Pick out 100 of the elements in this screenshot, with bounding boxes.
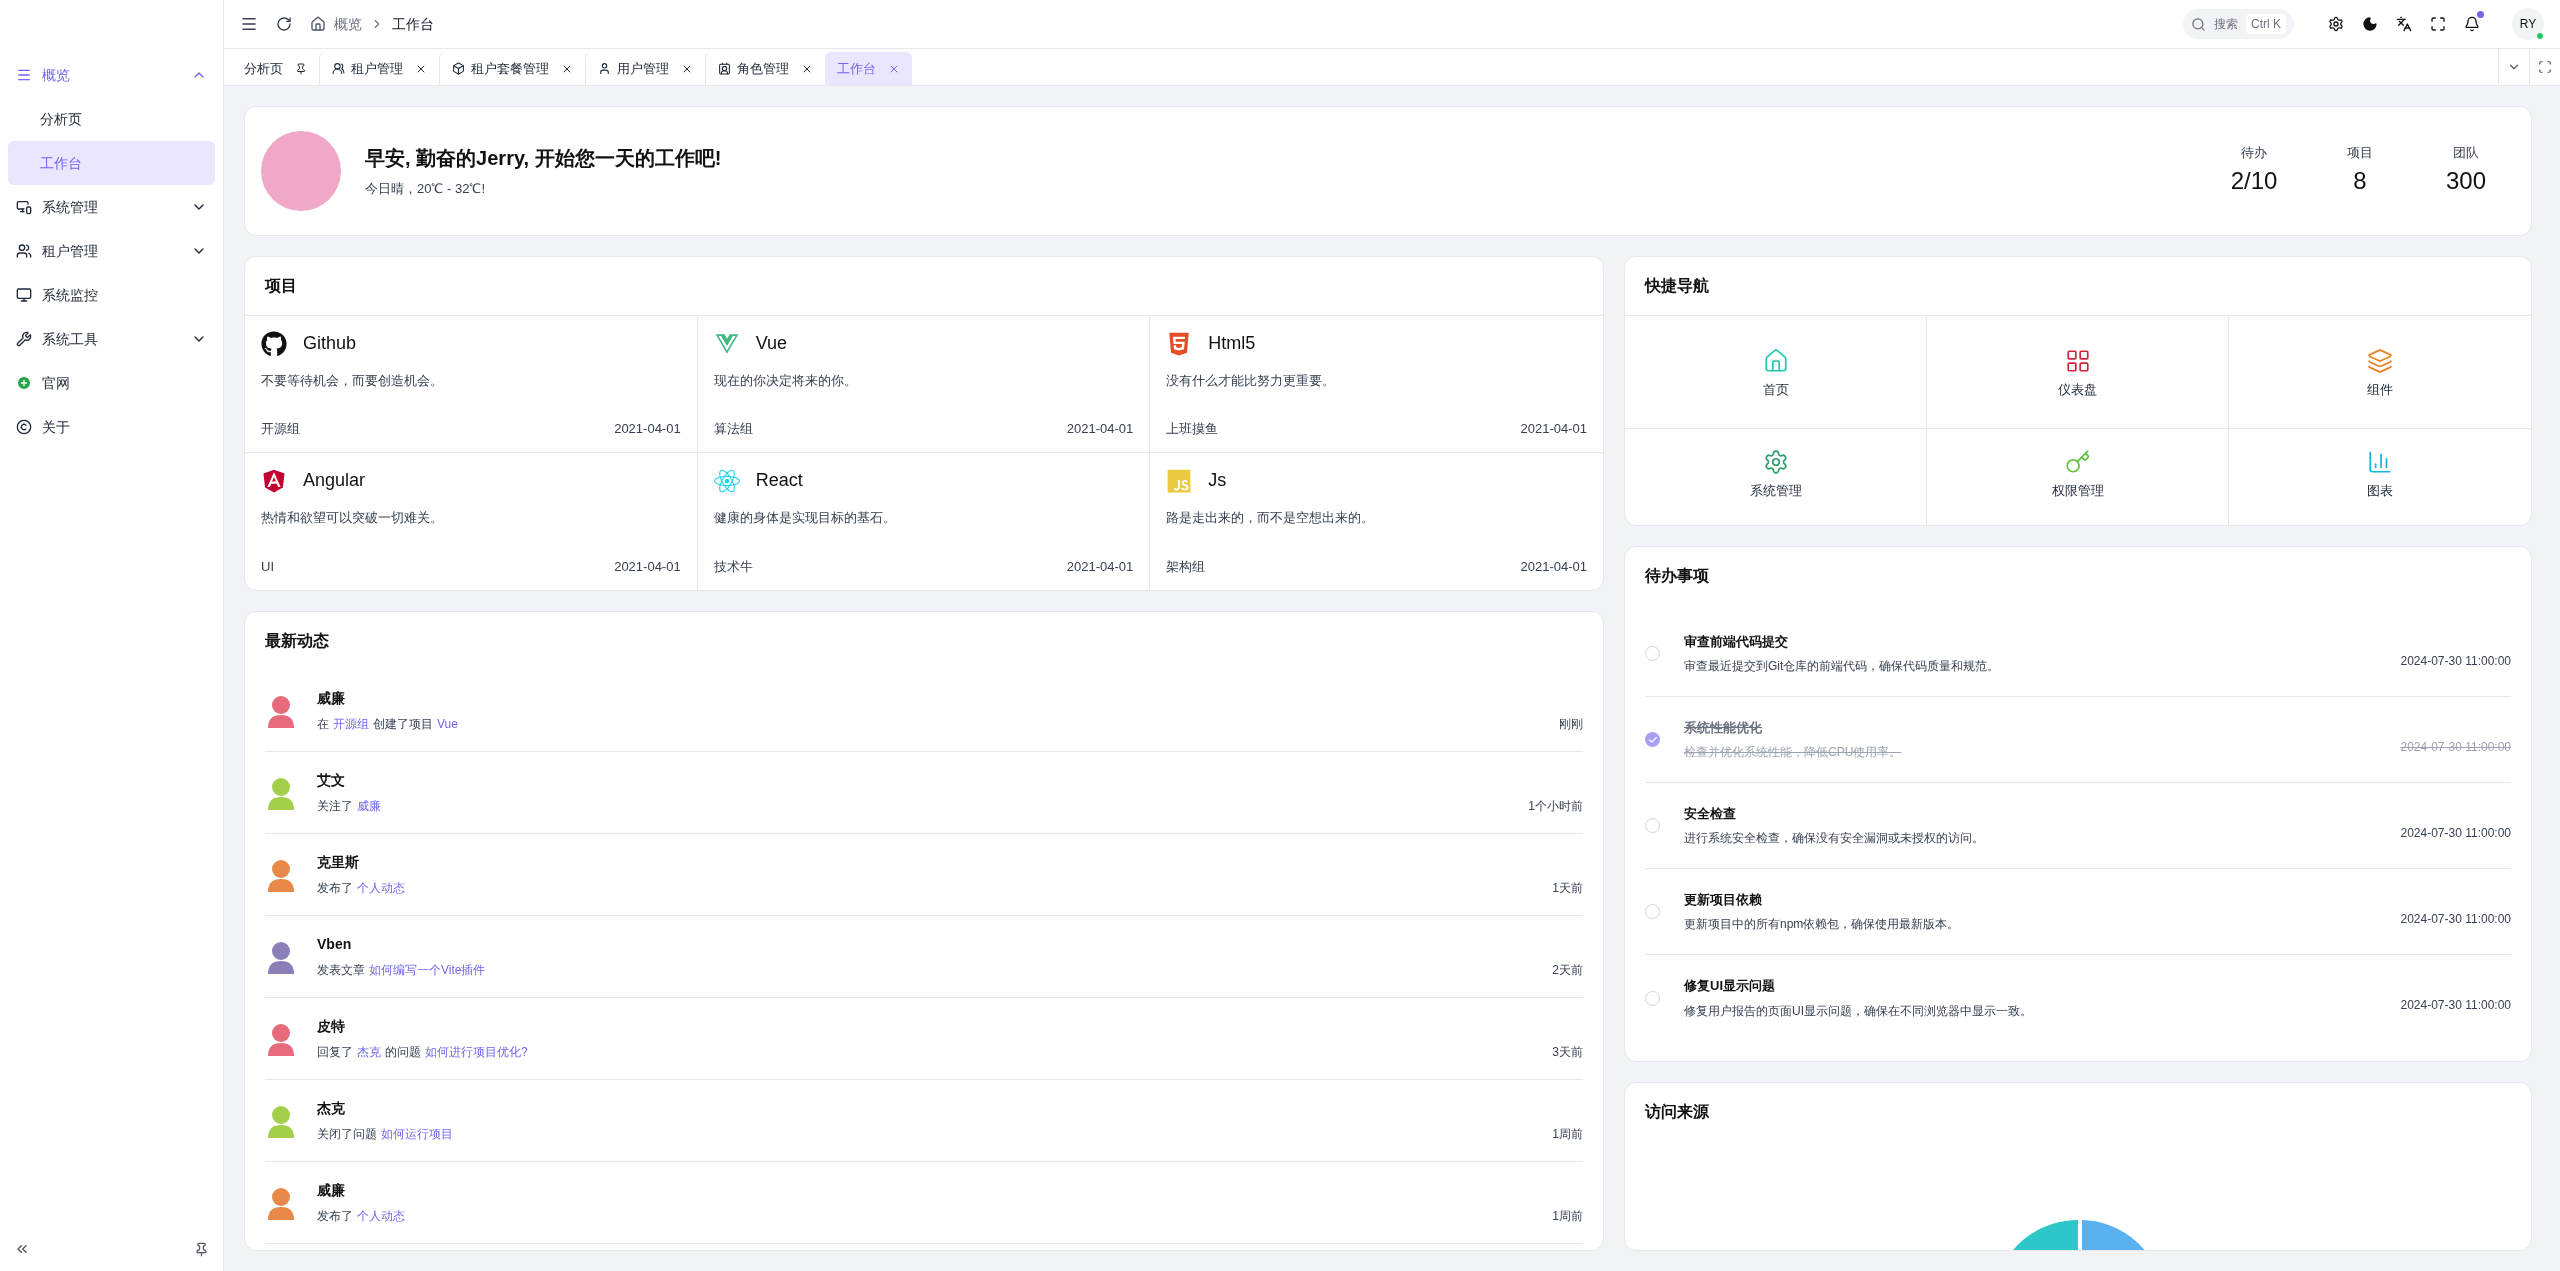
- tab[interactable]: 租户套餐管理: [439, 52, 585, 85]
- tab[interactable]: 租户管理: [319, 52, 439, 85]
- todo-title: 安全检查: [1684, 804, 1737, 823]
- activity-time: 2天前: [1552, 962, 1583, 979]
- user-name: 威廉: [317, 689, 346, 708]
- tab[interactable]: 分析页: [232, 52, 319, 85]
- project-description: 现在的你决定将来的你。: [713, 372, 858, 390]
- activity-link[interactable]: 如何编写一个Vite插件: [369, 961, 486, 979]
- user-name: 皮特: [317, 1017, 346, 1036]
- maximize-icon[interactable]: [2538, 60, 2552, 74]
- bell-icon[interactable]: [2464, 16, 2480, 32]
- activity-link[interactable]: 威廉: [357, 797, 381, 815]
- project-item[interactable]: Vue 现在的你决定将来的你。 算法组 2021-04-01: [697, 316, 1151, 453]
- activity-link[interactable]: 如何进行项目优化?: [425, 1043, 528, 1061]
- activity-time: 刚刚: [1559, 716, 1583, 733]
- user-name: 威廉: [317, 1181, 346, 1200]
- pin-icon[interactable]: [295, 62, 307, 75]
- moon-icon[interactable]: [2362, 16, 2378, 32]
- project-group: UI: [261, 556, 274, 576]
- weather-text: 今日晴，20℃ - 32℃!: [365, 180, 487, 199]
- quick-nav-item[interactable]: 图表: [2229, 429, 2531, 525]
- user-name: 克里斯: [317, 853, 360, 872]
- sidebar-subitem[interactable]: 工作台: [8, 141, 215, 185]
- card-title: 访问来源: [1643, 1102, 1710, 1122]
- quick-nav-item[interactable]: 组件: [2229, 316, 2531, 429]
- quick-nav-item[interactable]: 系统管理: [1625, 429, 1927, 525]
- project-date: 2021-04-01: [1520, 557, 1587, 576]
- breadcrumb-item[interactable]: 工作台: [392, 13, 434, 35]
- activity-link[interactable]: 如何运行项目: [381, 1125, 453, 1143]
- todo-title: 审查前端代码提交: [1684, 632, 1789, 651]
- quick-nav-item[interactable]: 首页: [1625, 316, 1927, 429]
- sidebar-item[interactable]: 关于: [8, 405, 215, 449]
- breadcrumb-item[interactable]: 概览: [334, 13, 362, 35]
- refresh-icon[interactable]: [276, 16, 292, 32]
- sidebar-item[interactable]: 概览: [8, 53, 215, 97]
- translate-icon[interactable]: [2396, 16, 2412, 32]
- activity-time: 1个小时前: [1528, 798, 1583, 815]
- search-icon: [2191, 16, 2206, 32]
- contact-icon: [718, 62, 731, 75]
- project-item[interactable]: Js 路是走出来的，而不是空想出来的。 架构组 2021-04-01: [1150, 453, 1603, 590]
- project-description: 没有什么才能比努力更重要。: [1166, 372, 1337, 390]
- settings-icon[interactable]: [2328, 16, 2344, 32]
- activity-time: 1天前: [1552, 880, 1583, 897]
- user-name: 艾文: [317, 771, 346, 790]
- project-item[interactable]: React 健康的身体是实现目标的基石。 技术牛 2021-04-01: [697, 453, 1151, 590]
- activity-text: 关注了 威廉: [317, 797, 382, 815]
- activity-link[interactable]: 个人动态: [357, 1207, 405, 1225]
- stat-label: 项目: [2347, 144, 2373, 163]
- project-date: 2021-04-01: [614, 557, 681, 576]
- sidebar-item[interactable]: 系统管理: [8, 185, 215, 229]
- shortcut-key: Ctrl K: [2246, 14, 2286, 34]
- stat-value: 8: [2353, 165, 2367, 196]
- project-name: Html5: [1208, 332, 1256, 355]
- tab[interactable]: 用户管理: [585, 52, 705, 85]
- todo-title: 系统性能优化: [1684, 718, 1763, 737]
- sidebar-item[interactable]: 系统监控: [8, 273, 215, 317]
- project-item[interactable]: Github 不要等待机会，而要创造机会。 开源组 2021-04-01: [245, 316, 698, 453]
- stat-label: 团队: [2453, 144, 2479, 163]
- stat-value: 2/10: [2230, 165, 2278, 196]
- sidebar-subitem[interactable]: 分析页: [8, 97, 215, 141]
- project-date: 2021-04-01: [614, 419, 681, 438]
- atom-logo-icon: [713, 467, 740, 494]
- activity-text: 发布了 个人动态: [317, 1207, 406, 1225]
- activity-text: 回复了 杰克 的问题 如何进行项目优化?: [317, 1043, 529, 1061]
- quick-nav-item[interactable]: 权限管理: [1927, 429, 2229, 525]
- copyright-icon: [16, 419, 32, 435]
- box-icon: [452, 62, 465, 75]
- todo-date: 2024-07-30 11:00:00: [2400, 824, 2511, 842]
- quick-nav-item[interactable]: 仪表盘: [1927, 316, 2229, 429]
- card-title: 快捷导航: [1643, 276, 1710, 296]
- project-item[interactable]: Angular 热情和欲望可以突破一切难关。 UI 2021-04-01: [245, 453, 698, 590]
- card-title: 最新动态: [264, 631, 330, 651]
- project-date: 2021-04-01: [1066, 557, 1134, 576]
- card-title: 待办事项: [1644, 566, 1710, 586]
- menu-icon[interactable]: [240, 15, 258, 33]
- home-icon[interactable]: [310, 16, 326, 32]
- cat-logo-icon: [261, 330, 287, 357]
- activity-link[interactable]: 杰克: [357, 1043, 381, 1061]
- project-description: 路是走出来的，而不是空想出来的。: [1166, 509, 1376, 527]
- todo-description: 进行系统安全检查，确保没有安全漏洞或未授权的访问。: [1684, 830, 1985, 848]
- tab[interactable]: 工作台: [825, 52, 912, 85]
- users-icon: [16, 243, 32, 259]
- stat-value: 300: [2445, 165, 2486, 196]
- activity-link[interactable]: 开源组: [333, 715, 369, 733]
- todo-description: 修复用户报告的页面UI显示问题，确保在不同浏览器中显示一致。: [1684, 1002, 2033, 1020]
- project-name: React: [755, 469, 803, 492]
- activity-time: 1周前: [1552, 1208, 1583, 1225]
- search-field[interactable]: 搜索 Ctrl K: [2183, 9, 2294, 39]
- todo-checkbox[interactable]: [1645, 732, 1660, 747]
- activity-link[interactable]: Vue: [437, 715, 458, 733]
- sidebar-item[interactable]: 租户管理: [8, 229, 215, 273]
- sidebar-item[interactable]: 系统工具: [8, 317, 215, 361]
- project-name: Vue: [755, 332, 787, 355]
- activity-link[interactable]: 个人动态: [357, 879, 405, 897]
- project-item[interactable]: Html5 没有什么才能比努力更重要。 上班摸鱼 2021-04-01: [1150, 316, 1603, 453]
- fullscreen-icon[interactable]: [2430, 16, 2446, 32]
- project-group: 开源组: [261, 418, 300, 438]
- sidebar-item[interactable]: 官网: [8, 361, 215, 405]
- user-avatar[interactable]: RY: [2512, 8, 2544, 40]
- pin-icon[interactable]: [194, 1241, 209, 1257]
